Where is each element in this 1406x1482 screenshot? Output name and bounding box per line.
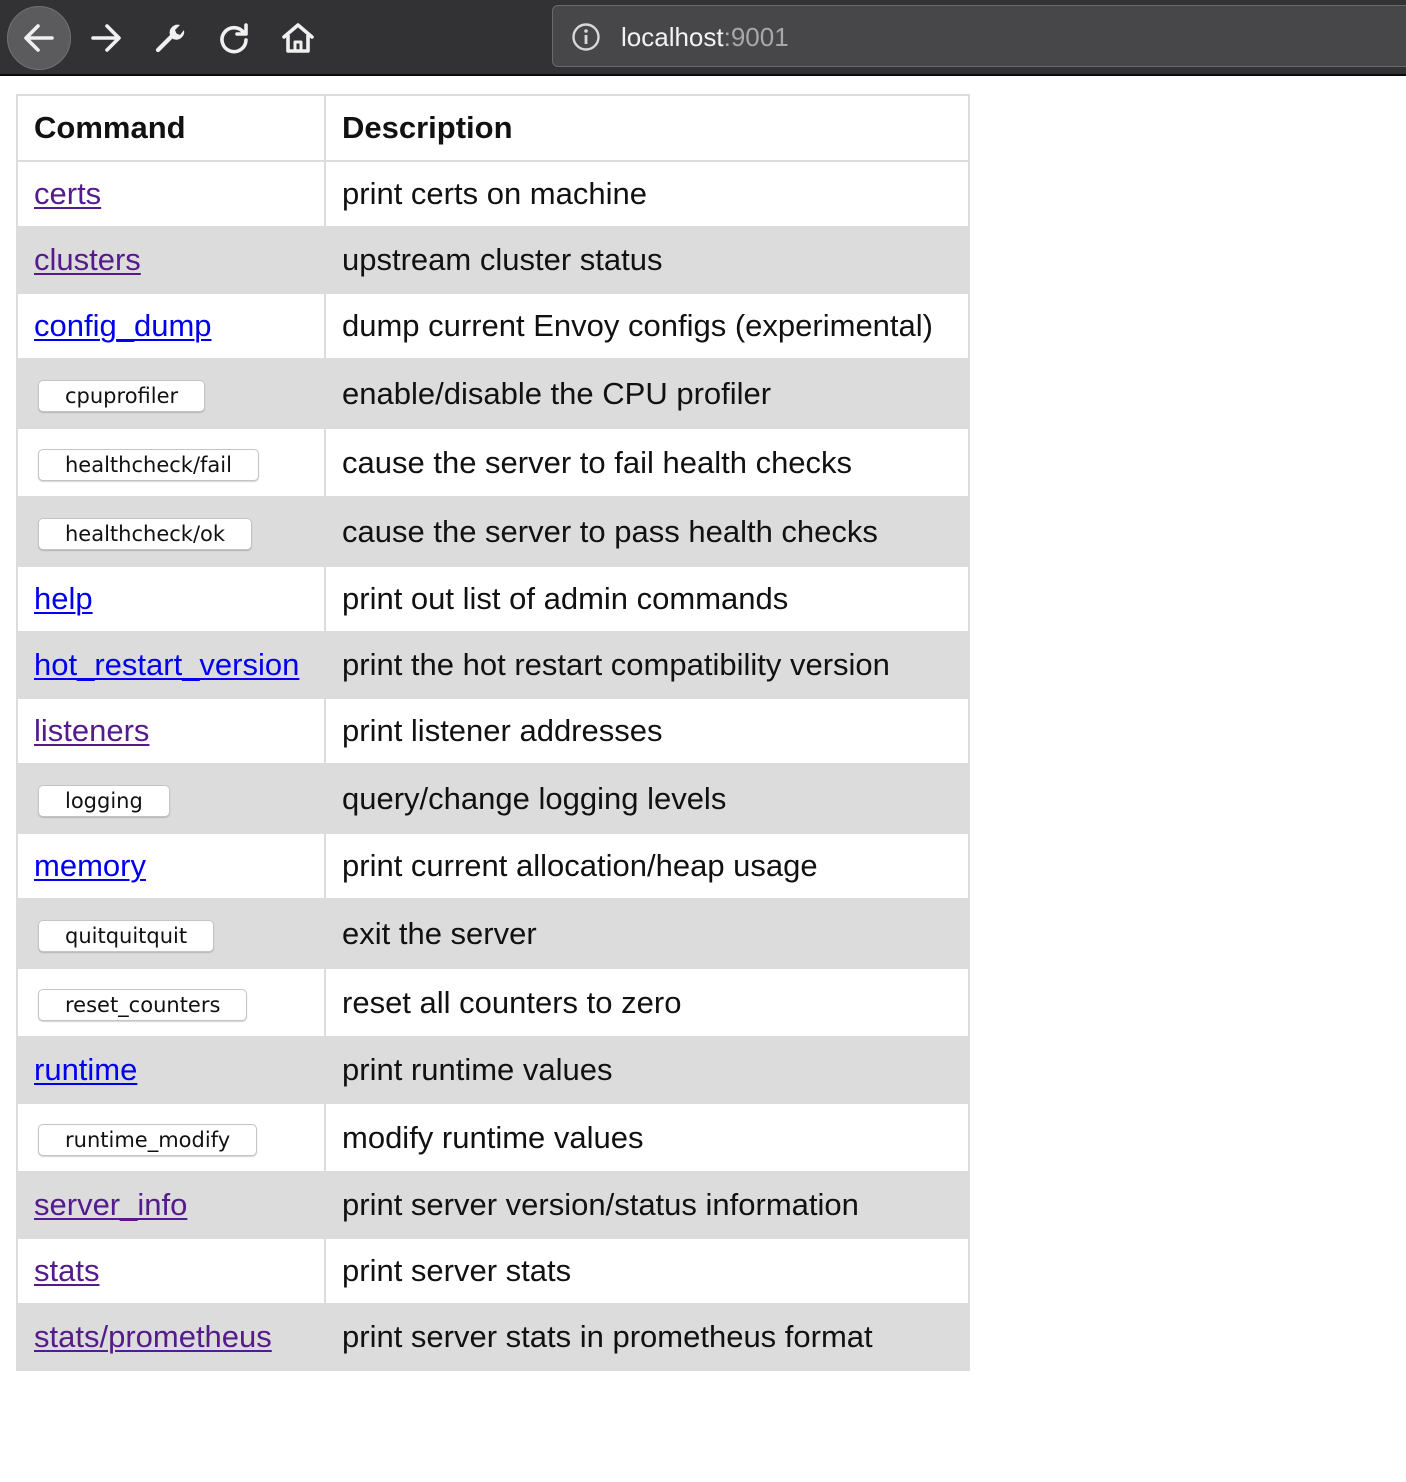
command-cell: quitquitquit xyxy=(16,898,326,969)
command-cell: stats xyxy=(16,1237,326,1305)
table-row: quitquitquit exit the server xyxy=(16,898,970,969)
logging-button[interactable]: logging xyxy=(38,785,170,817)
description-cell: reset all counters to zero xyxy=(324,967,970,1038)
table-row: runtime_modify modify runtime values xyxy=(16,1102,970,1173)
table-row: logging query/change logging levels xyxy=(16,763,970,834)
reload-icon xyxy=(220,23,248,54)
command-cell: config_dump xyxy=(16,292,326,360)
cpuprofiler-button[interactable]: cpuprofiler xyxy=(38,380,206,412)
forward-button[interactable] xyxy=(74,6,138,70)
command-cell: memory xyxy=(16,832,326,900)
command-cell: stats/prometheus xyxy=(16,1303,326,1371)
table-row: runtime print runtime values xyxy=(16,1036,970,1104)
table-row: stats print server stats xyxy=(16,1237,970,1305)
command-cell: hot_restart_version xyxy=(16,631,326,699)
description-cell: print server stats xyxy=(324,1237,970,1305)
back-button[interactable] xyxy=(7,6,71,70)
description-cell: upstream cluster status xyxy=(324,226,970,294)
stats-prometheus-link[interactable]: stats/prometheus xyxy=(34,1319,272,1354)
hot-restart-version-link[interactable]: hot_restart_version xyxy=(34,647,299,682)
table-row: memory print current allocation/heap usag… xyxy=(16,832,970,900)
command-cell: cpuprofiler xyxy=(16,358,326,429)
healthcheck-fail-button[interactable]: healthcheck/fail xyxy=(38,449,259,481)
runtime-modify-button[interactable]: runtime_modify xyxy=(38,1124,258,1156)
help-link[interactable]: help xyxy=(34,581,93,616)
description-cell: dump current Envoy configs (experimental… xyxy=(324,292,970,360)
command-cell: help xyxy=(16,565,326,633)
table-row: cpuprofiler enable/disable the CPU profil… xyxy=(16,358,970,429)
description-cell: print listener addresses xyxy=(324,697,970,765)
command-cell: clusters xyxy=(16,226,326,294)
description-cell: cause the server to pass health checks xyxy=(324,496,970,567)
admin-commands-table: Command Description certs print certs on … xyxy=(16,94,970,1371)
table-row: healthcheck/ok cause the server to pass h… xyxy=(16,496,970,567)
description-cell: print server version/status information xyxy=(324,1171,970,1239)
info-icon[interactable] xyxy=(571,22,601,52)
stats-link[interactable]: stats xyxy=(34,1253,99,1288)
runtime-link[interactable]: runtime xyxy=(34,1052,137,1087)
developer-tools-button[interactable] xyxy=(138,6,202,70)
listeners-link[interactable]: listeners xyxy=(34,713,149,748)
table-row: listeners print listener addresses xyxy=(16,697,970,765)
description-cell: cause the server to fail health checks xyxy=(324,427,970,498)
healthcheck-ok-button[interactable]: healthcheck/ok xyxy=(38,518,253,550)
url-text[interactable]: localhost:9001 xyxy=(621,21,789,53)
clusters-link[interactable]: clusters xyxy=(34,242,141,277)
description-cell: print runtime values xyxy=(324,1036,970,1104)
reset-counters-button[interactable]: reset_counters xyxy=(38,989,248,1021)
table-row: reset_counters reset all counters to zero xyxy=(16,967,970,1038)
forward-arrow-icon xyxy=(91,24,121,52)
back-arrow-icon xyxy=(24,24,54,52)
config-dump-link[interactable]: config_dump xyxy=(34,308,212,343)
table-row: stats/prometheus print server stats in pr… xyxy=(16,1303,970,1371)
command-cell: runtime xyxy=(16,1036,326,1104)
table-row: healthcheck/fail cause the server to fail… xyxy=(16,427,970,498)
table-body: certs print certs on machine clusters upstr… xyxy=(16,160,970,1371)
url-port: :9001 xyxy=(723,22,789,52)
memory-link[interactable]: memory xyxy=(34,848,146,883)
server-info-link[interactable]: server_info xyxy=(34,1187,187,1222)
column-header-description: Description xyxy=(324,94,970,162)
table-row: server_info print server version/status i… xyxy=(16,1171,970,1239)
description-cell: print server stats in prometheus format xyxy=(324,1303,970,1371)
description-cell: print current allocation/heap usage xyxy=(324,832,970,900)
description-cell: print certs on machine xyxy=(324,160,970,228)
description-cell: exit the server xyxy=(324,898,970,969)
command-cell: runtime_modify xyxy=(16,1102,326,1173)
home-button[interactable] xyxy=(266,6,330,70)
browser-toolbar: localhost:9001 xyxy=(0,0,1406,76)
command-cell: reset_counters xyxy=(16,967,326,1038)
table-row: certs print certs on machine xyxy=(16,160,970,228)
command-cell: logging xyxy=(16,763,326,834)
description-cell: print the hot restart compatibility vers… xyxy=(324,631,970,699)
description-cell: modify runtime values xyxy=(324,1102,970,1173)
table-row: clusters upstream cluster status xyxy=(16,226,970,294)
description-cell: enable/disable the CPU profiler xyxy=(324,358,970,429)
column-header-command: Command xyxy=(16,94,326,162)
table-header-row: Command Description xyxy=(16,94,970,162)
certs-link[interactable]: certs xyxy=(34,176,101,211)
description-cell: query/change logging levels xyxy=(324,763,970,834)
command-cell: listeners xyxy=(16,697,326,765)
command-cell: healthcheck/fail xyxy=(16,427,326,498)
table-row: hot_restart_version print the hot restart… xyxy=(16,631,970,699)
wrench-icon xyxy=(155,24,185,53)
quitquitquit-button[interactable]: quitquitquit xyxy=(38,920,215,952)
url-host: localhost xyxy=(621,22,724,52)
command-cell: healthcheck/ok xyxy=(16,496,326,567)
reload-button[interactable] xyxy=(202,6,266,70)
description-cell: print out list of admin commands xyxy=(324,565,970,633)
command-cell: server_info xyxy=(16,1171,326,1239)
command-cell: certs xyxy=(16,160,326,228)
home-icon xyxy=(282,23,314,53)
table-row: config_dump dump current Envoy configs (e… xyxy=(16,292,970,360)
table-row: help print out list of admin commands xyxy=(16,565,970,633)
address-bar[interactable]: localhost:9001 xyxy=(552,5,1406,67)
